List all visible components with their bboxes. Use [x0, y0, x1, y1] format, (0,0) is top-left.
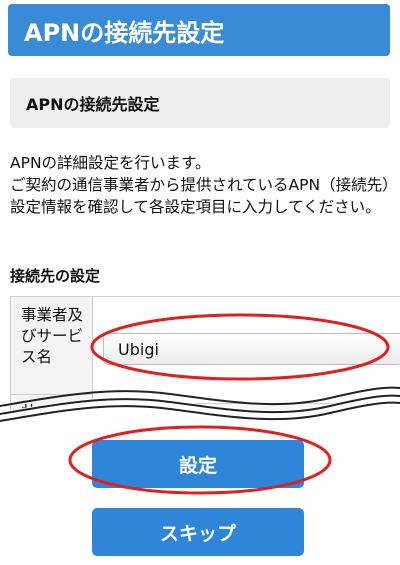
settings-table: 事業者及びサービス名 Ubigi サービ Ubigi [10, 296, 400, 437]
set-button[interactable]: 設定 [92, 440, 304, 488]
service-input[interactable]: Ubigi [103, 403, 400, 437]
service-input-value: Ubigi [114, 412, 150, 428]
carrier-select-value: Ubigi [118, 339, 159, 359]
section-title: APNの接続先設定 [10, 78, 390, 128]
skip-button[interactable]: スキップ [92, 508, 304, 556]
page-header: APNの接続先設定 [8, 4, 390, 56]
carrier-label: 事業者及びサービス名 [11, 297, 93, 395]
section-title-text: APNの接続先設定 [26, 95, 160, 114]
skip-button-label: スキップ [159, 522, 236, 545]
carrier-select[interactable]: Ubigi [103, 333, 400, 365]
set-button-label: 設定 [178, 454, 217, 477]
form-heading: 接続先の設定 [10, 267, 101, 285]
description-line-2: ご契約の通信事業者から提供されているAPN（接続先）設定情報を確認して各設定項目… [10, 176, 390, 216]
service-label: サービ [11, 395, 93, 437]
description-line-1: APNの詳細設定を行います。 [10, 154, 211, 172]
description: APNの詳細設定を行います。 ご契約の通信事業者から提供されているAPN（接続先… [10, 152, 394, 218]
page-title: APNの接続先設定 [24, 18, 225, 47]
